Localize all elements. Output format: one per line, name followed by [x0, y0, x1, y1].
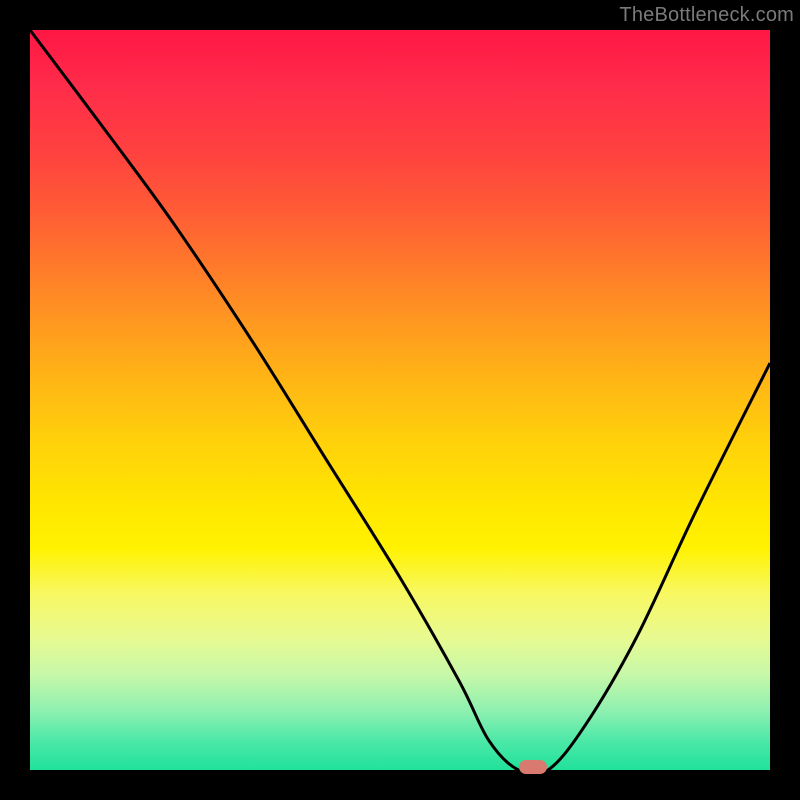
plot-area: [30, 30, 770, 770]
chart-frame: TheBottleneck.com: [0, 0, 800, 800]
optimal-marker: [519, 760, 547, 774]
watermark-text: TheBottleneck.com: [619, 4, 794, 27]
